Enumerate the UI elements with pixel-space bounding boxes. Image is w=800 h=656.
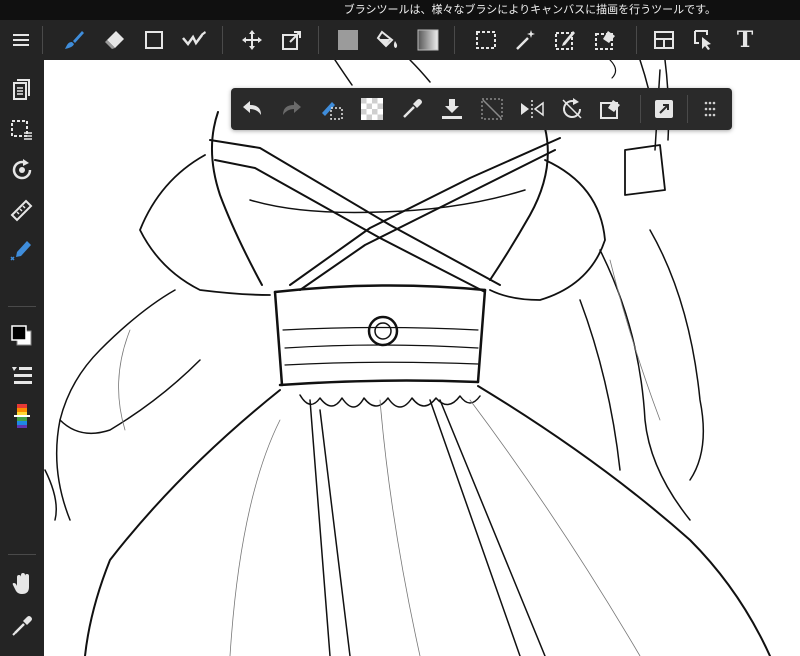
gradient-tool-button[interactable] bbox=[410, 20, 446, 60]
select-pen-tool-icon bbox=[555, 31, 575, 50]
bucket-tool-icon bbox=[376, 30, 398, 48]
toolbar-divider bbox=[318, 26, 319, 54]
rotate-icon bbox=[562, 98, 582, 119]
transform-tool-icon bbox=[282, 31, 301, 50]
download-icon bbox=[442, 99, 462, 119]
flip-horizontal-button[interactable] bbox=[514, 91, 550, 127]
toolbar-divider bbox=[42, 26, 43, 54]
selection-toolbar bbox=[231, 88, 732, 130]
undo-button[interactable] bbox=[234, 91, 270, 127]
shape-tool-icon bbox=[145, 31, 163, 49]
fill-tool-icon bbox=[338, 30, 358, 50]
sidebar-divider bbox=[8, 554, 36, 555]
hand-tool-button[interactable] bbox=[0, 566, 44, 602]
redo-button[interactable] bbox=[274, 91, 310, 127]
transform-selection-icon bbox=[600, 100, 620, 119]
tooltip-bar: ブラシツールは、様々なブラシによりキャンバスに描画を行うツールです。 bbox=[0, 0, 800, 20]
transform-selection-button[interactable] bbox=[594, 91, 630, 127]
select-pen-tool-button[interactable] bbox=[548, 20, 584, 60]
bucket-tool-button[interactable] bbox=[370, 20, 406, 60]
color-palette-button[interactable] bbox=[0, 398, 44, 434]
correction-tool-button[interactable] bbox=[176, 20, 212, 60]
selection-layer-icon bbox=[11, 120, 32, 140]
brush-list-button[interactable] bbox=[0, 358, 44, 394]
selection-color-button[interactable] bbox=[394, 91, 430, 127]
rotate-button[interactable] bbox=[554, 91, 590, 127]
selection-toolbar-divider bbox=[640, 95, 641, 123]
operation-tool-icon bbox=[694, 30, 711, 50]
eraser-tool-button[interactable] bbox=[96, 20, 132, 60]
correction-tool-icon bbox=[182, 31, 206, 47]
menu-button[interactable] bbox=[3, 20, 39, 60]
color-swatch-icon bbox=[11, 325, 32, 346]
layers-button[interactable] bbox=[0, 72, 44, 108]
frame-divider-tool-button[interactable] bbox=[646, 20, 682, 60]
magic-wand-tool-button[interactable] bbox=[508, 20, 544, 60]
eyedropper-tool-icon bbox=[12, 616, 32, 636]
clear-icon bbox=[481, 98, 503, 120]
color-palette-icon bbox=[14, 404, 30, 428]
clear-button[interactable] bbox=[474, 91, 510, 127]
operation-tool-button[interactable] bbox=[686, 20, 722, 60]
tooltip-text: ブラシツールは、様々なブラシによりキャンバスに描画を行うツールです。 bbox=[343, 3, 716, 16]
redo-icon bbox=[283, 101, 301, 115]
magic-wand-tool-icon bbox=[516, 30, 535, 50]
transform-tool-button[interactable] bbox=[274, 20, 310, 60]
menu-icon bbox=[13, 34, 29, 46]
brush-tool-button[interactable] bbox=[56, 20, 92, 60]
eyedropper-tool-button[interactable] bbox=[0, 608, 44, 644]
select-eraser-tool-icon bbox=[595, 31, 615, 50]
toolbar-divider bbox=[222, 26, 223, 54]
move-tool-button[interactable] bbox=[234, 20, 270, 60]
move-tool-icon bbox=[242, 30, 262, 50]
select-eraser-tool-button[interactable] bbox=[588, 20, 624, 60]
drawing-canvas[interactable] bbox=[44, 60, 800, 656]
grip-icon bbox=[704, 101, 716, 117]
frame-divider-tool-icon bbox=[654, 31, 674, 49]
flip-horizontal-icon bbox=[521, 100, 544, 118]
text-tool-icon: T bbox=[736, 27, 754, 53]
toolbar-divider bbox=[636, 26, 637, 54]
selection-toolbar-divider bbox=[687, 95, 688, 123]
ruler-icon bbox=[10, 199, 33, 222]
pen-settings-icon bbox=[10, 241, 31, 261]
text-tool-button[interactable]: T bbox=[727, 20, 763, 60]
selection-color-icon bbox=[403, 99, 422, 118]
expand-button[interactable] bbox=[646, 91, 682, 127]
fill-tool-button[interactable] bbox=[330, 20, 366, 60]
undo-icon bbox=[243, 101, 261, 115]
shape-tool-button[interactable] bbox=[136, 20, 172, 60]
hand-tool-icon bbox=[12, 573, 29, 594]
brush-tool-icon bbox=[65, 31, 84, 49]
selection-layer-button[interactable] bbox=[0, 112, 44, 148]
download-button[interactable] bbox=[434, 91, 470, 127]
pen-settings-button[interactable] bbox=[0, 232, 44, 268]
deselect-icon bbox=[322, 102, 343, 120]
main-toolbar: T bbox=[0, 20, 800, 60]
rotate-canvas-icon bbox=[12, 159, 32, 180]
gradient-tool-icon bbox=[417, 29, 439, 51]
invert-selection-button[interactable] bbox=[354, 91, 390, 127]
toolbar-divider bbox=[454, 26, 455, 54]
layers-icon bbox=[13, 79, 30, 100]
sketch-artwork bbox=[44, 60, 771, 656]
rotate-canvas-button[interactable] bbox=[0, 152, 44, 188]
deselect-button[interactable] bbox=[314, 91, 350, 127]
sidebar-divider bbox=[8, 306, 36, 307]
left-sidebar bbox=[0, 60, 44, 656]
app-window: ブラシツールは、様々なブラシによりキャンバスに描画を行うツールです。 T bbox=[0, 0, 800, 656]
select-tool-icon bbox=[476, 31, 496, 49]
expand-icon bbox=[655, 100, 673, 118]
invert-selection-icon bbox=[361, 98, 383, 120]
brush-list-icon bbox=[12, 367, 32, 384]
toolbar-grip-handle[interactable] bbox=[692, 91, 728, 127]
select-tool-button[interactable] bbox=[468, 20, 504, 60]
eraser-tool-icon bbox=[105, 31, 124, 49]
color-swatch-button[interactable] bbox=[0, 318, 44, 354]
ruler-button[interactable] bbox=[0, 192, 44, 228]
